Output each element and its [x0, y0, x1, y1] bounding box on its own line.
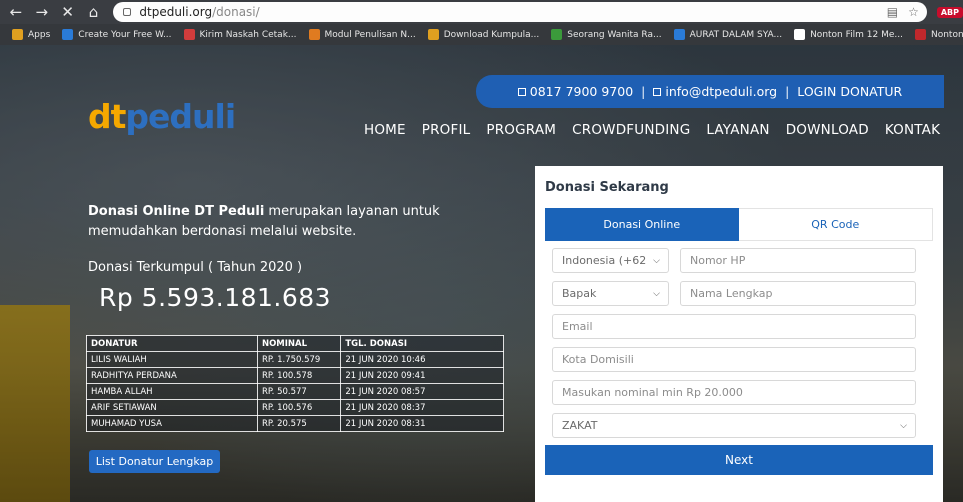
bookmark-item[interactable]: Nonton Movie B: [914, 29, 963, 40]
bookmark-favicon-icon: [62, 29, 74, 40]
adblock-icon[interactable]: ABP: [936, 6, 963, 18]
home-icon[interactable]: ⌂: [84, 0, 104, 24]
nav-item-kontak[interactable]: KONTAK: [885, 122, 940, 138]
chevron-down-icon: ⌵: [653, 288, 660, 299]
country-code-select[interactable]: Indonesia (+62 ⌵: [552, 248, 669, 273]
column-header-nominal: NOMINAL: [256, 335, 342, 352]
collected-label: Donasi Terkumpul ( Tahun 2020 ): [88, 260, 303, 275]
table-row: ARIF SETIAWAN RP. 100.576 21 JUN 2020 08:3…: [86, 399, 504, 416]
table-cell: RP. 100.576: [256, 399, 342, 416]
forward-arrow-icon[interactable]: →: [32, 0, 52, 24]
table-row: RADHITYA PERDANA RP. 100.578 21 JUN 2020 0…: [86, 367, 504, 384]
table-cell: 21 JUN 2020 09:41: [340, 367, 504, 384]
form-title: Donasi Sekarang: [545, 180, 669, 195]
column-header-tgl-donasi: TGL. DONASI: [340, 335, 504, 352]
translate-icon[interactable]: ▤: [887, 5, 898, 19]
nav-item-download[interactable]: DOWNLOAD: [786, 122, 869, 138]
bookmark-favicon-icon: [12, 29, 23, 40]
phone-input[interactable]: Nomor HP: [680, 248, 916, 273]
email-contact[interactable]: info@dtpeduli.org: [653, 84, 777, 99]
table-cell: RADHITYA PERDANA: [86, 367, 258, 384]
main-navigation: HOME PROFIL PROGRAM CROWDFUNDING LAYANAN DOWN…: [364, 122, 940, 138]
table-cell: LILIS WALIAH: [86, 351, 258, 368]
table-cell: RP. 1.750.579: [256, 351, 342, 368]
collected-amount: Rp 5.593.181.683: [99, 283, 332, 312]
lock-icon: [123, 8, 132, 16]
bookmark-item[interactable]: Modul Penulisan N...: [308, 29, 416, 40]
table-row: HAMBA ALLAH RP. 50.577 21 JUN 2020 08:57: [86, 383, 504, 400]
phone-contact[interactable]: 0817 7900 9700: [517, 84, 633, 99]
email-input[interactable]: Email: [552, 314, 916, 339]
url-host: dtpeduli.org: [139, 5, 213, 19]
city-input[interactable]: Kota Domisili: [552, 347, 916, 372]
table-cell: 21 JUN 2020 08:57: [340, 383, 504, 400]
bookmarks-bar: Apps Create Your Free W... Kirim Naskah Ce…: [0, 24, 963, 45]
chevron-down-icon: ⌵: [900, 420, 907, 431]
table-cell: RP. 100.578: [256, 367, 342, 384]
tab-donasi-online[interactable]: Donasi Online: [545, 208, 739, 241]
table-cell: ARIF SETIAWAN: [86, 399, 258, 416]
column-header-donatur: DONATUR: [86, 335, 258, 352]
amount-input[interactable]: Masukan nominal min Rp 20.000: [552, 380, 916, 405]
donation-form: Donasi Sekarang Donasi Online QR Code In…: [535, 166, 943, 502]
back-arrow-icon[interactable]: ←: [6, 0, 26, 24]
address-bar[interactable]: dtpeduli.org/donasi/ ▤ ☆: [113, 2, 927, 22]
nav-item-profil[interactable]: PROFIL: [422, 122, 471, 138]
table-cell: MUHAMAD YUSA: [86, 415, 258, 432]
bookmark-item[interactable]: AURAT DALAM SYA...: [673, 29, 782, 40]
bookmark-favicon-icon: [183, 29, 195, 40]
category-select[interactable]: ZAKAT ⌵: [552, 413, 916, 438]
nav-item-crowdfunding[interactable]: CROWDFUNDING: [572, 122, 690, 138]
table-cell: RP. 50.577: [256, 383, 342, 400]
bookmark-item[interactable]: Apps: [12, 29, 50, 40]
login-donatur-link[interactable]: LOGIN DONATUR: [797, 84, 902, 99]
phone-icon: [517, 88, 526, 96]
close-icon[interactable]: ✕: [58, 0, 78, 24]
nav-item-program[interactable]: PROGRAM: [486, 122, 556, 138]
nav-item-home[interactable]: HOME: [364, 122, 406, 138]
bookmark-item[interactable]: Download Kumpula...: [427, 29, 539, 40]
table-cell: HAMBA ALLAH: [86, 383, 258, 400]
bookmark-favicon-icon: [914, 29, 926, 40]
salutation-select[interactable]: Bapak ⌵: [552, 281, 669, 306]
browser-toolbar: ← → ✕ ⌂ dtpeduli.org/donasi/ ▤ ☆ ABP: [0, 0, 963, 24]
table-cell: 21 JUN 2020 10:46: [340, 351, 504, 368]
url-path: /donasi/: [212, 5, 260, 19]
chevron-down-icon: ⌵: [653, 255, 660, 266]
bookmark-favicon-icon: [427, 29, 439, 40]
table-row: LILIS WALIAH RP. 1.750.579 21 JUN 2020 10:…: [86, 351, 504, 368]
contact-bar: 0817 7900 9700 | info@dtpeduli.org | LOG…: [476, 75, 944, 108]
bookmark-favicon-icon: [794, 29, 806, 40]
bookmark-favicon-icon: [308, 29, 320, 40]
donation-tabs: Donasi Online QR Code: [545, 208, 933, 241]
tab-qr-code[interactable]: QR Code: [738, 208, 933, 241]
bookmark-item[interactable]: Kirim Naskah Cetak...: [183, 29, 297, 40]
site-logo[interactable]: dtpeduli: [88, 97, 236, 136]
email-icon: [653, 88, 662, 96]
bookmark-star-icon[interactable]: ☆: [908, 5, 919, 19]
donor-table: DONATUR NOMINAL TGL. DONASI LILIS WALIAH…: [86, 335, 504, 432]
nav-item-layanan[interactable]: LAYANAN: [706, 122, 769, 138]
bookmark-favicon-icon: [673, 29, 685, 40]
table-row: MUHAMAD YUSA RP. 20.575 21 JUN 2020 08:31: [86, 415, 504, 432]
bookmark-item[interactable]: Nonton Film 12 Me...: [794, 29, 903, 40]
table-cell: 21 JUN 2020 08:31: [340, 415, 504, 432]
table-cell: RP. 20.575: [256, 415, 342, 432]
bookmark-item[interactable]: Seorang Wanita Ra...: [551, 29, 662, 40]
intro-text: Donasi Online DT Peduli merupakan layana…: [88, 204, 440, 239]
table-cell: 21 JUN 2020 08:37: [340, 399, 504, 416]
full-name-input[interactable]: Nama Lengkap: [680, 281, 916, 306]
next-button[interactable]: Next: [545, 445, 933, 475]
bookmark-favicon-icon: [551, 29, 563, 40]
bookmark-item[interactable]: Create Your Free W...: [62, 29, 172, 40]
hero-section: 0817 7900 9700 | info@dtpeduli.org | LOG…: [0, 45, 963, 502]
list-donatur-button[interactable]: List Donatur Lengkap: [89, 450, 220, 473]
